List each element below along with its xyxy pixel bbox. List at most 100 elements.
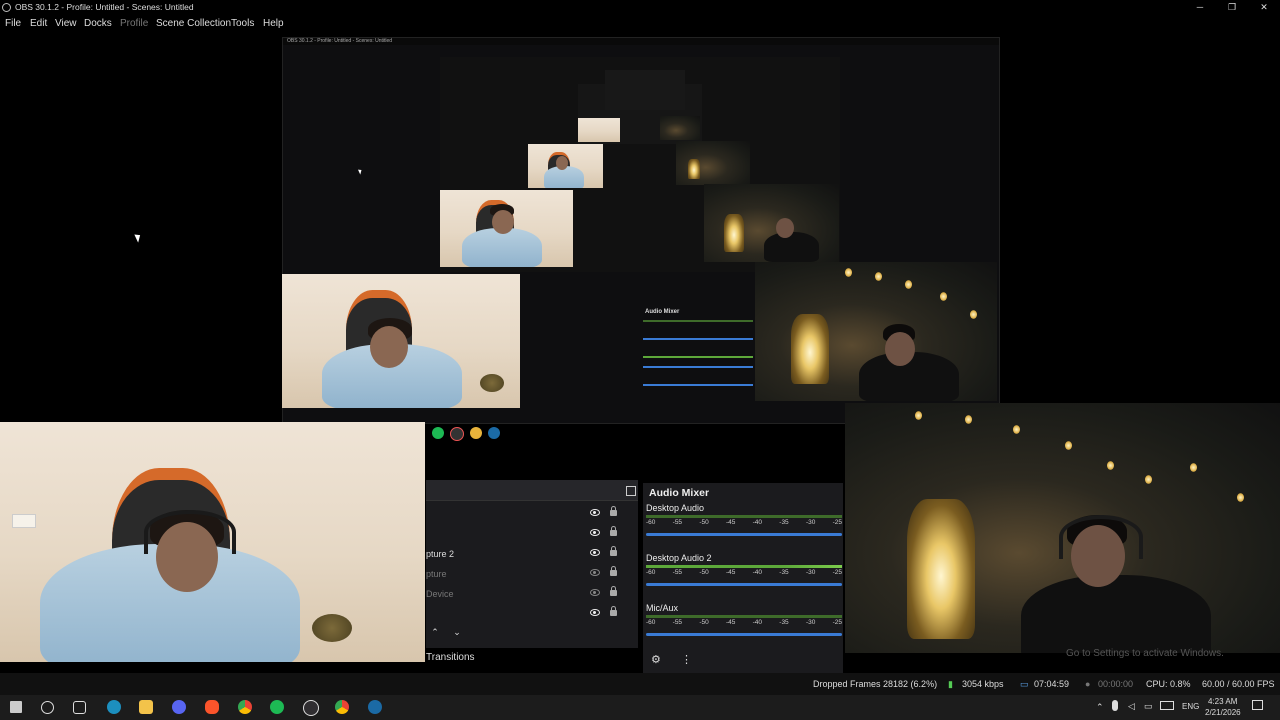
file-explorer-icon[interactable]	[139, 700, 153, 714]
window-controls: ─ ❐ ✕	[1184, 0, 1280, 15]
mixer-channel: Desktop Audio -60 -55 -50 -45 -40 -35 -30 -25	[646, 503, 842, 551]
language-indicator[interactable]: ENG	[1182, 702, 1199, 711]
obs-taskbar-icon[interactable]	[303, 700, 319, 716]
nested-menu-bar	[283, 45, 999, 53]
meter-tick-label: -55	[672, 519, 683, 526]
spotify-icon[interactable]	[432, 427, 444, 439]
record-time: 00:00:00	[1098, 679, 1134, 689]
mixer-channel-name: Desktop Audio 2	[646, 553, 712, 563]
chrome-icon-2[interactable]	[335, 700, 349, 714]
volume-fader[interactable]	[646, 633, 842, 636]
lock-icon[interactable]	[610, 526, 617, 536]
dock-float-icon[interactable]	[626, 486, 636, 496]
obs-icon[interactable]	[450, 427, 464, 441]
lock-icon[interactable]	[610, 586, 617, 596]
network-icon[interactable]: ▭	[1144, 701, 1153, 712]
menu-help[interactable]: Help	[263, 15, 284, 32]
edge-icon[interactable]	[107, 700, 121, 714]
spotify-icon[interactable]	[270, 700, 284, 714]
chrome-icon[interactable]	[470, 427, 482, 439]
notifications-icon[interactable]	[1252, 700, 1263, 710]
source-row[interactable]: pture	[426, 565, 638, 583]
task-view-icon[interactable]	[73, 701, 86, 714]
meter-tick-label: -35	[779, 619, 789, 626]
nested-title-bar: OBS 30.1.2 - Profile: Untitled - Scenes:…	[283, 38, 999, 45]
volume-meter	[646, 515, 842, 518]
stream-time: 07:04:59	[1034, 679, 1070, 689]
steam-icon[interactable]	[368, 700, 382, 714]
search-icon[interactable]	[41, 701, 54, 714]
mixer-channel-name: Mic/Aux	[646, 603, 679, 613]
windows-start-icon[interactable]	[10, 701, 22, 713]
menu-scene-collection[interactable]: Scene Collection	[156, 15, 231, 32]
meter-tick-label: -25	[832, 619, 842, 626]
menu-tools[interactable]: Tools	[231, 15, 254, 32]
volume-fader[interactable]	[646, 583, 842, 586]
lock-icon[interactable]	[610, 546, 617, 556]
lock-icon[interactable]	[610, 506, 617, 516]
meter-tick-label: -50	[699, 569, 709, 576]
volume-meter	[646, 615, 842, 618]
move-source-down-button[interactable]: ⌄	[450, 626, 464, 638]
volume-fader[interactable]	[646, 533, 842, 536]
menu-file[interactable]: File	[5, 15, 21, 32]
meter-tick-label: -45	[725, 519, 736, 526]
tray-chevron-icon[interactable]: ⌃	[1096, 702, 1104, 713]
meter-tick-label: -50	[699, 519, 709, 526]
eye-icon[interactable]	[590, 549, 600, 556]
taskbar-capture-icons	[432, 427, 500, 441]
lock-icon[interactable]	[610, 606, 617, 616]
wall-outlet	[12, 514, 36, 528]
meter-tick-label: -25	[832, 569, 842, 576]
source-row[interactable]	[426, 505, 638, 523]
meter-tick-label: -40	[752, 569, 763, 576]
menu-view[interactable]: View	[55, 15, 77, 32]
chrome-icon[interactable]	[238, 700, 252, 714]
clock-time[interactable]: 4:23 AM	[1208, 697, 1237, 706]
record-icon: ●	[1085, 679, 1091, 689]
discord-icon[interactable]	[172, 700, 186, 714]
keyboard-icon[interactable]	[1160, 701, 1174, 710]
move-source-up-button[interactable]: ⌃	[428, 626, 442, 638]
menu-edit[interactable]: Edit	[30, 15, 47, 32]
source-row[interactable]	[426, 525, 638, 543]
webcam-left-level2	[440, 190, 573, 267]
nested-meter-1	[643, 320, 753, 322]
menu-docks[interactable]: Docks	[84, 15, 112, 32]
minimize-button[interactable]: ─	[1184, 0, 1216, 15]
mixer-channel-name: Desktop Audio	[646, 503, 705, 513]
dropped-frames: Dropped Frames 28182 (6.2%)	[813, 679, 938, 689]
fps: 60.00 / 60.00 FPS	[1202, 679, 1275, 689]
brave-icon[interactable]	[205, 700, 219, 714]
audio-settings-gear-icon[interactable]: ⚙	[651, 653, 661, 666]
audio-more-icon[interactable]: ⋮	[681, 653, 692, 666]
eye-hidden-icon[interactable]	[590, 569, 600, 576]
nested-fader-3	[643, 384, 753, 386]
meter-tick-label: -60	[646, 569, 656, 576]
meter-tick-label: -30	[805, 519, 816, 526]
nested-audio-mixer-title: Audio Mixer	[645, 309, 680, 315]
close-button[interactable]: ✕	[1248, 0, 1280, 15]
meter-tick-label: -40	[752, 519, 763, 526]
meter-tick-label: -25	[832, 519, 842, 526]
eye-icon[interactable]	[590, 529, 600, 536]
meter-tick-label: -60	[646, 619, 656, 626]
window-title: OBS 30.1.2 - Profile: Untitled - Scenes:…	[15, 2, 194, 12]
clock-date[interactable]: 2/21/2026	[1205, 708, 1241, 717]
signal-icon: ▮	[948, 679, 953, 689]
lock-icon[interactable]	[610, 566, 617, 576]
maximize-button[interactable]: ❐	[1216, 0, 1248, 15]
microphone-icon[interactable]	[1112, 700, 1118, 711]
eye-icon[interactable]	[590, 509, 600, 516]
source-row[interactable]: pture 2	[426, 545, 638, 563]
steam-icon[interactable]	[488, 427, 500, 439]
tab-scene-transitions[interactable]: Transitions	[426, 650, 506, 666]
eye-icon[interactable]	[590, 609, 600, 616]
meter-tick-label: -35	[779, 569, 789, 576]
speaker-icon[interactable]: ◁	[1128, 701, 1135, 712]
eye-hidden-icon[interactable]	[590, 589, 600, 596]
source-row[interactable]: Device	[426, 585, 638, 603]
source-row[interactable]	[426, 605, 638, 623]
menu-profile[interactable]: Profile	[120, 15, 148, 32]
activate-windows-watermark: Go to Settings to activate Windows.	[1066, 648, 1224, 659]
